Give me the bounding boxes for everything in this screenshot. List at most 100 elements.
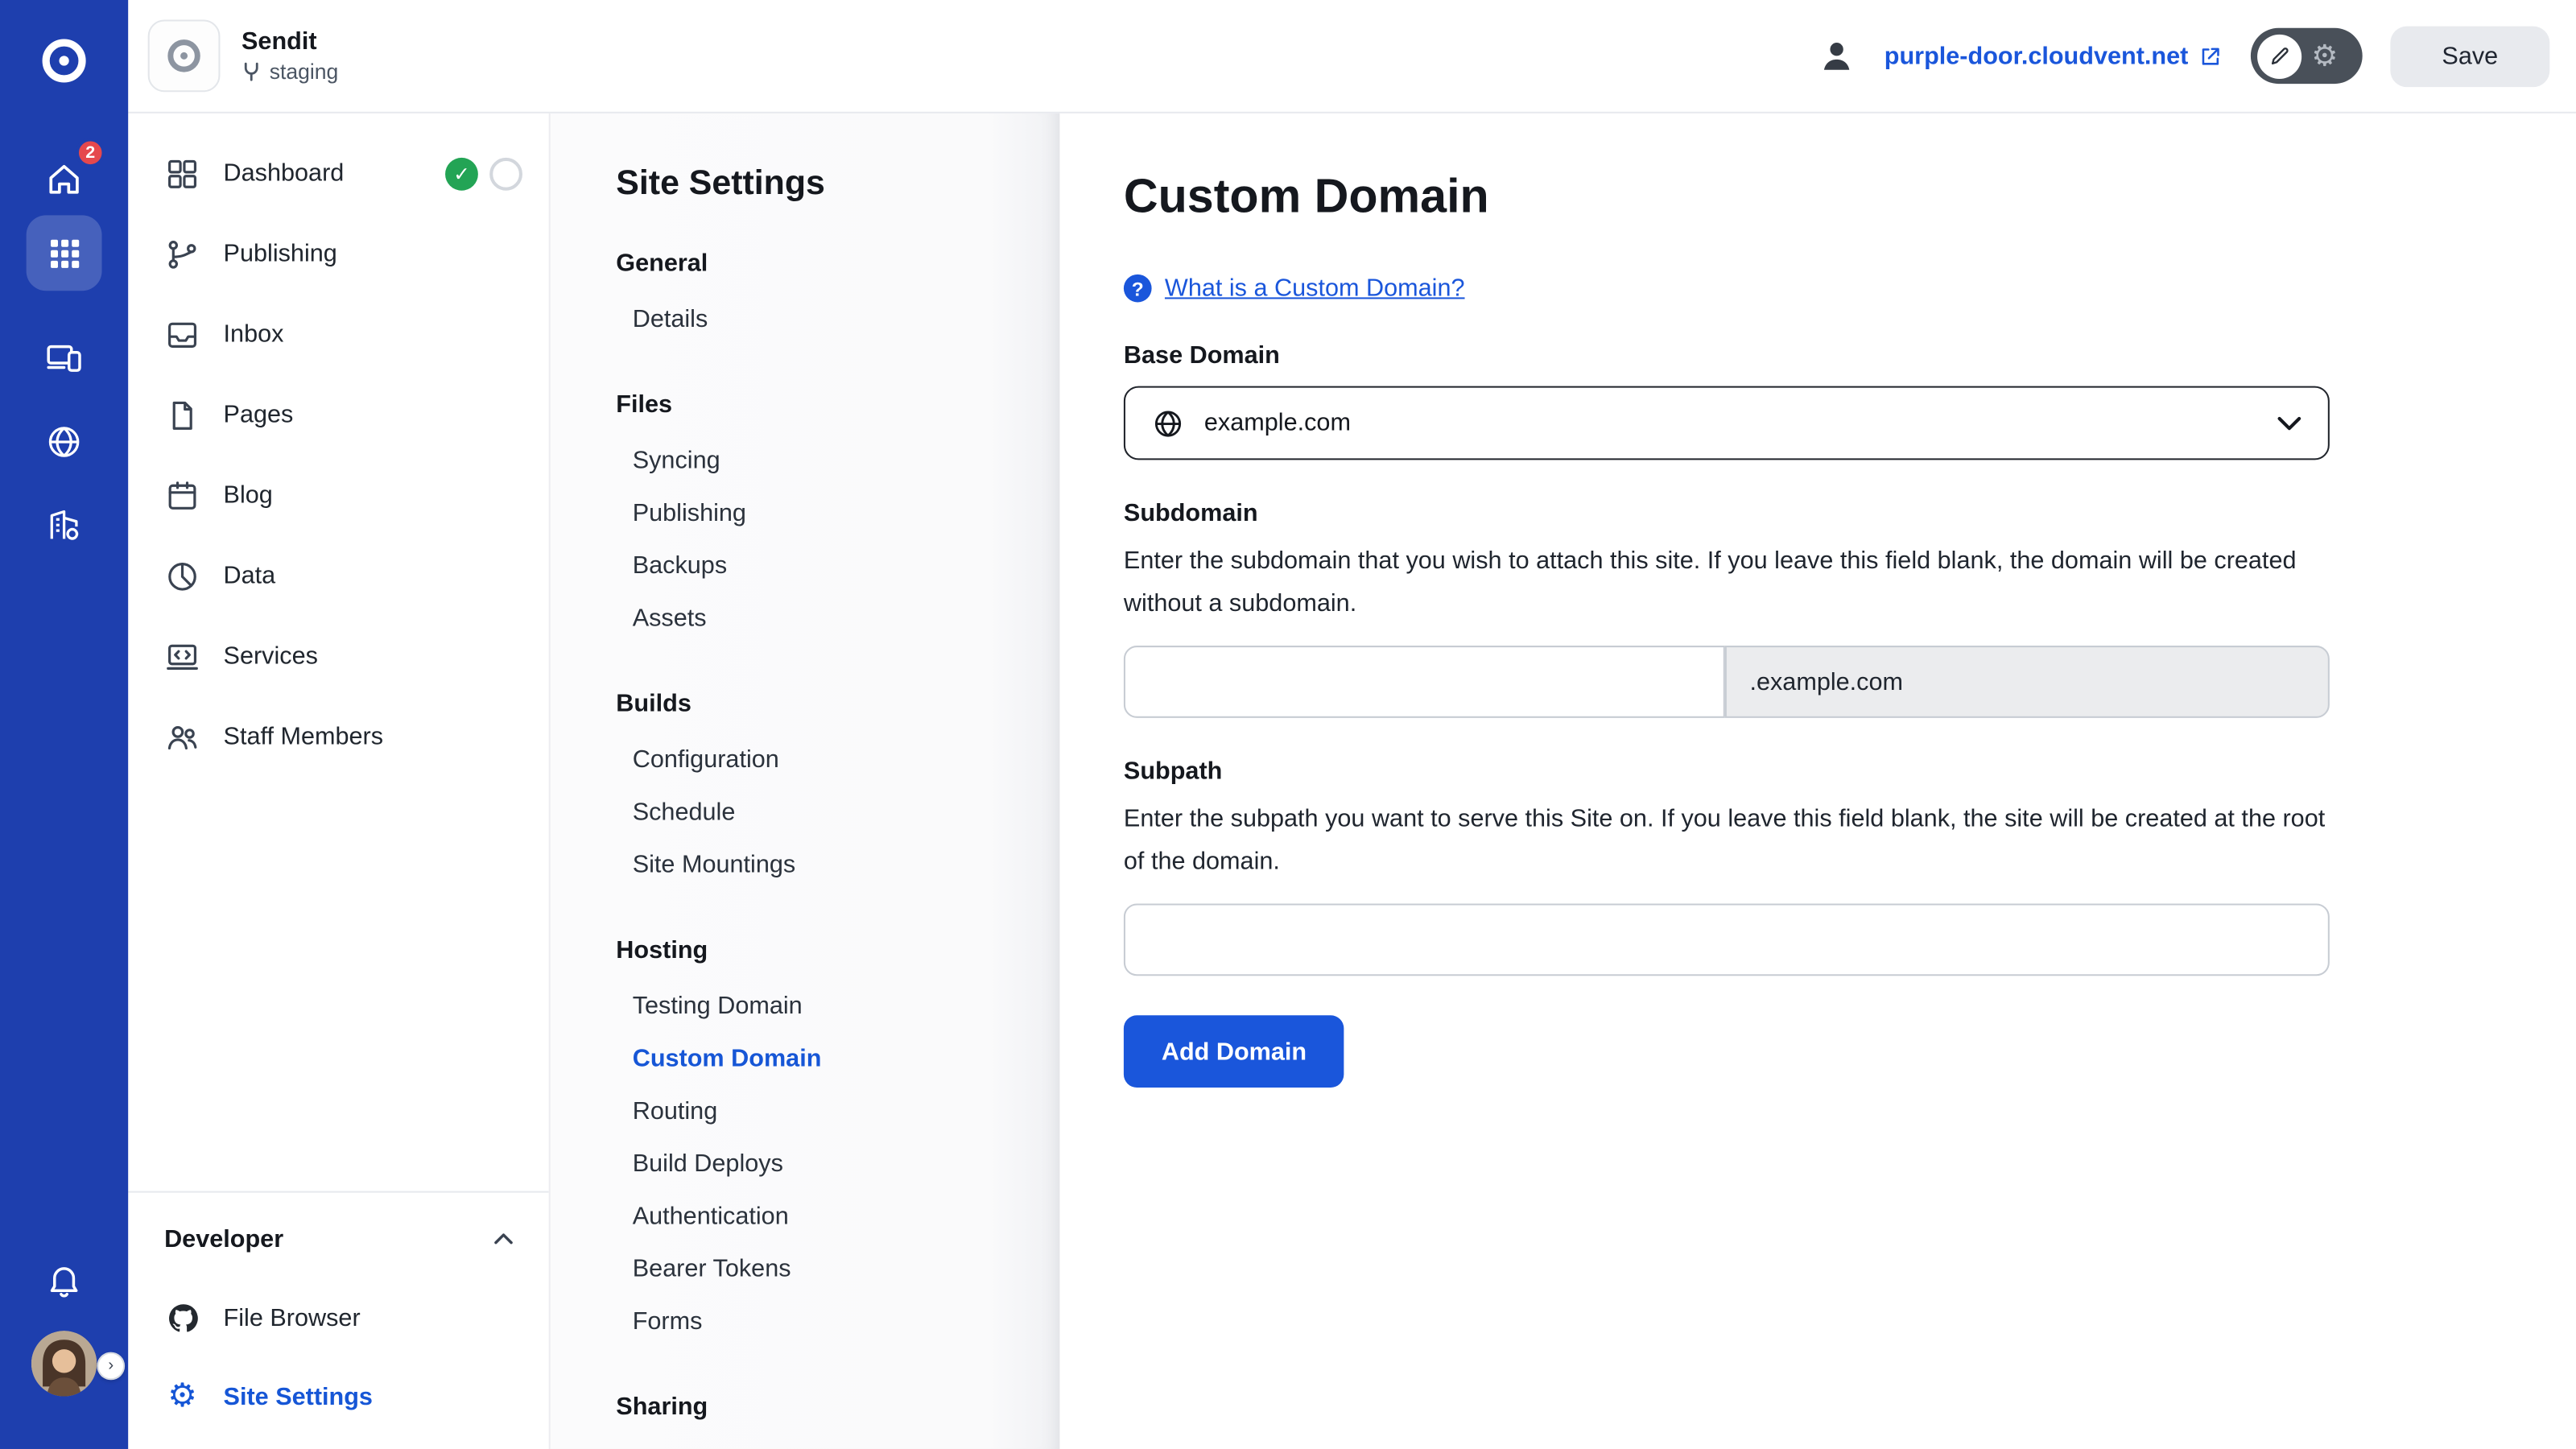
inbox-icon (164, 316, 200, 353)
settings-nav-item-configuration[interactable]: Configuration (633, 733, 1060, 785)
subpath-description: Enter the subpath you want to serve this… (1124, 799, 2330, 884)
subdomain-suffix-addon: .example.com (1725, 646, 2330, 718)
rail-organization-button[interactable] (27, 488, 102, 564)
notification-badge: 2 (76, 138, 105, 167)
status-pending-icon (489, 157, 522, 190)
save-button[interactable]: Save (2390, 26, 2549, 87)
settings-nav-item-forms[interactable]: Forms (633, 1294, 1060, 1347)
main-content: Custom Domain ? What is a Custom Domain?… (1059, 114, 2576, 1449)
app-root: 2 (0, 0, 2576, 1449)
settings-nav-item-build-deploys[interactable]: Build Deploys (633, 1137, 1060, 1189)
developer-label: Developer (164, 1224, 283, 1253)
site-logo-icon (163, 35, 205, 77)
user-avatar[interactable] (31, 1331, 97, 1397)
pages-icon (164, 397, 200, 433)
page-title: Custom Domain (1124, 169, 2576, 225)
add-domain-button[interactable]: Add Domain (1124, 1015, 1344, 1088)
subdomain-input[interactable] (1124, 646, 1725, 718)
environment-label: staging (270, 57, 339, 85)
settings-nav-item-assets[interactable]: Assets (633, 592, 1060, 644)
developer-section-toggle[interactable]: Developer (128, 1199, 548, 1278)
settings-nav-item-details[interactable]: Details (633, 292, 1060, 345)
rail-devices-button[interactable] (27, 320, 102, 396)
help-question-icon: ? (1124, 275, 1152, 303)
environment-row: staging (242, 57, 338, 85)
settings-section-sharing: Sharing (616, 1390, 1059, 1425)
live-site-url: purple-door.cloudvent.net (1885, 42, 2189, 70)
sidebar-collapse-toggle[interactable]: › (97, 1352, 125, 1381)
sidebar-item-dashboard[interactable]: Dashboard ✓ (128, 133, 548, 213)
site-name: Sendit (242, 27, 338, 58)
rail-bell-button[interactable] (27, 1242, 102, 1318)
apps-grid-icon (45, 234, 83, 272)
header-actions: purple-door.cloudvent.net ⚙ Save (1817, 26, 2549, 87)
sidebar-item-pages[interactable]: Pages (128, 374, 548, 455)
mode-toggle[interactable]: ⚙ (2251, 28, 2363, 84)
sidebar-item-label: Data (224, 562, 276, 590)
subdomain-description: Enter the subdomain that you wish to att… (1124, 540, 2330, 625)
bell-icon (44, 1260, 84, 1299)
site-meta: Sendit staging (242, 27, 338, 85)
sidebar-item-publishing[interactable]: Publishing (128, 213, 548, 294)
services-icon (164, 638, 200, 675)
pencil-icon (2268, 44, 2291, 68)
publishing-icon (164, 236, 200, 272)
avatar-image (31, 1331, 97, 1397)
sidebar-item-label: File Browser (224, 1303, 361, 1331)
staff-members-icon (164, 719, 200, 755)
settings-nav-item-custom-domain[interactable]: Custom Domain (633, 1032, 1060, 1084)
live-site-link[interactable]: purple-door.cloudvent.net (1885, 42, 2223, 70)
branch-icon (242, 61, 261, 83)
edit-mode-button[interactable] (2257, 34, 2301, 78)
base-domain-select[interactable]: example.com (1124, 386, 2330, 460)
settings-nav-item-backups[interactable]: Backups (633, 539, 1060, 591)
subdomain-label: Subdomain (1124, 496, 2576, 530)
sidebar-item-file-browser[interactable]: File Browser (128, 1278, 548, 1357)
sidebar-item-label: Services (224, 642, 318, 671)
subpath-input[interactable] (1124, 903, 2330, 976)
rail-apps-button[interactable] (27, 215, 102, 291)
rail-globe-button[interactable] (27, 404, 102, 480)
sidebar-item-label: Staff Members (224, 723, 383, 751)
sidebar-item-services[interactable]: Services (128, 616, 548, 696)
account-person-icon[interactable] (1817, 36, 1856, 76)
help-row: ? What is a Custom Domain? (1124, 275, 2576, 303)
settings-nav-item-site-mountings[interactable]: Site Mountings (633, 838, 1060, 890)
rail-home-button[interactable]: 2 (27, 142, 102, 217)
custom-domain-help-link[interactable]: What is a Custom Domain? (1165, 275, 1465, 303)
domain-globe-icon (1152, 407, 1185, 440)
settings-gear-icon: ⚙ (164, 1380, 200, 1413)
sidebar-item-site-settings[interactable]: ⚙ Site Settings (128, 1357, 548, 1436)
sidebar-item-blog[interactable]: Blog (128, 455, 548, 535)
blog-icon (164, 477, 200, 514)
settings-mode-button[interactable]: ⚙ (2311, 41, 2338, 71)
subdomain-input-group: .example.com (1124, 646, 2330, 718)
site-logo-tile[interactable] (148, 19, 221, 92)
sidebar-item-label: Dashboard (224, 159, 345, 188)
globe-icon (44, 422, 84, 461)
settings-nav-item-syncing[interactable]: Syncing (633, 434, 1060, 486)
devices-icon (44, 338, 84, 378)
chevron-down-icon (2277, 415, 2302, 431)
sidebar-item-data[interactable]: Data (128, 535, 548, 616)
settings-section-files: Files (616, 388, 1059, 423)
settings-section-general: General (616, 246, 1059, 281)
base-domain-value: example.com (1204, 409, 1351, 437)
settings-nav-item-schedule[interactable]: Schedule (633, 786, 1060, 838)
settings-nav-item-routing[interactable]: Routing (633, 1084, 1060, 1137)
subpath-label: Subpath (1124, 754, 2576, 789)
app-rail: 2 (0, 0, 128, 1449)
settings-nav-item-bearer-tokens[interactable]: Bearer Tokens (633, 1242, 1060, 1294)
settings-section-builds: Builds (616, 687, 1059, 721)
settings-nav-item-publishing[interactable]: Publishing (633, 486, 1060, 539)
app-sidebar: Dashboard ✓ Publishing (128, 114, 548, 1449)
settings-panel-title: Site Settings (616, 164, 1059, 204)
sidebar-item-inbox[interactable]: Inbox (128, 294, 548, 374)
cloudcannon-logo[interactable] (27, 23, 102, 99)
settings-nav-item-authentication[interactable]: Authentication (633, 1190, 1060, 1242)
home-icon (44, 159, 84, 199)
dashboard-icon (164, 155, 200, 192)
github-icon (164, 1300, 200, 1335)
settings-nav-item-testing-domain[interactable]: Testing Domain (633, 979, 1060, 1031)
sidebar-item-staff-members[interactable]: Staff Members (128, 696, 548, 777)
